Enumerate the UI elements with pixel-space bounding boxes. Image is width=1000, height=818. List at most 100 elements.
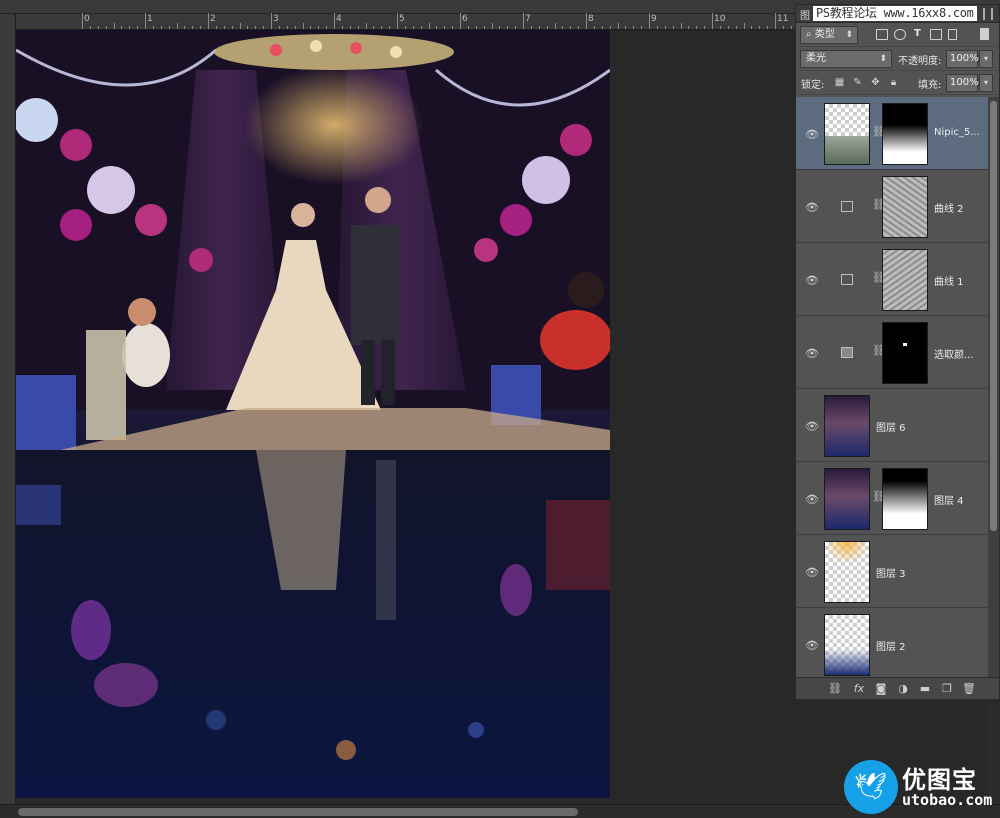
curves-adjustment-icon bbox=[841, 274, 853, 285]
fill-input[interactable]: 100% bbox=[946, 74, 979, 92]
layer-name[interactable]: 选取颜... bbox=[934, 346, 986, 361]
layer-mask-thumbnail[interactable] bbox=[882, 322, 928, 384]
add-mask-icon[interactable]: ◙ bbox=[874, 682, 888, 695]
ruler-minor-tick bbox=[633, 26, 635, 29]
ruler-minor-tick bbox=[341, 26, 343, 29]
logo-text-cn: 优图宝 bbox=[902, 766, 977, 794]
layer-mask-thumbnail[interactable] bbox=[882, 176, 928, 238]
blend-mode-label: 柔光 bbox=[806, 53, 826, 64]
eye-icon[interactable]: 👁︎ bbox=[805, 420, 819, 433]
layer-row[interactable]: 👁︎ ⛓︎ Nipic_5... bbox=[796, 97, 988, 170]
ruler-major-tick bbox=[145, 13, 146, 29]
filter-smart-object-icon[interactable] bbox=[948, 29, 957, 40]
layer-row[interactable]: 👁︎ ⛓︎ 曲线 1 bbox=[796, 243, 988, 316]
opacity-dropdown-icon[interactable]: ▾ bbox=[979, 50, 993, 68]
ruler-minor-tick bbox=[404, 26, 406, 29]
layer-name[interactable]: 图层 2 bbox=[876, 638, 976, 653]
eye-icon[interactable]: 👁︎ bbox=[805, 128, 819, 141]
link-layers-icon[interactable]: ⛓︎ bbox=[828, 682, 842, 695]
filter-toggle-icon[interactable] bbox=[980, 28, 989, 40]
ruler-label: 3 bbox=[273, 14, 279, 24]
eye-icon[interactable]: 👁︎ bbox=[805, 201, 819, 214]
lock-position-icon[interactable]: ✥ bbox=[870, 77, 881, 88]
filter-pixel-icon[interactable] bbox=[876, 29, 888, 40]
ruler-major-tick bbox=[334, 13, 335, 29]
ruler-minor-tick bbox=[302, 23, 304, 29]
layer-name[interactable]: 曲线 2 bbox=[934, 200, 986, 215]
fill-dropdown-icon[interactable]: ▾ bbox=[979, 74, 993, 92]
trash-icon[interactable]: 🗑︎ bbox=[962, 682, 976, 695]
utobao-logo: 🕊︎ 优图宝 utobao.com bbox=[842, 758, 1000, 816]
blend-mode-select[interactable]: 柔光 ⬍ bbox=[800, 50, 892, 68]
layer-mask-thumbnail[interactable] bbox=[882, 103, 928, 165]
layer-mask-thumbnail[interactable] bbox=[882, 468, 928, 530]
new-group-icon[interactable]: ▬ bbox=[918, 682, 932, 695]
lock-paint-icon[interactable]: ✎ bbox=[852, 77, 863, 88]
ruler-major-tick bbox=[523, 13, 524, 29]
document-image[interactable] bbox=[16, 30, 610, 798]
layers-list: 👁︎ ⛓︎ Nipic_5... 👁︎ ⛓︎ 曲线 2 👁︎ ⛓︎ 曲线 1 👁… bbox=[796, 97, 988, 677]
ruler-minor-tick bbox=[436, 26, 438, 29]
ruler-major-tick bbox=[460, 13, 461, 29]
ruler-minor-tick bbox=[89, 26, 91, 29]
ruler-minor-tick bbox=[365, 23, 367, 29]
mask-speck bbox=[903, 343, 907, 346]
layer-name[interactable]: Nipic_5... bbox=[934, 127, 986, 138]
ruler-major-tick bbox=[586, 13, 587, 29]
new-layer-icon[interactable]: ❐ bbox=[940, 682, 954, 695]
layer-row[interactable]: 👁︎ 图层 3 bbox=[796, 535, 988, 608]
layers-scrollbar[interactable] bbox=[988, 97, 999, 677]
layers-scroll-thumb[interactable] bbox=[990, 101, 997, 531]
lock-all-icon[interactable]: 🔒︎ bbox=[888, 77, 899, 88]
horizontal-ruler[interactable]: 0 1 2 3 4 5 6 7 8 9 10 11 bbox=[16, 13, 796, 30]
ruler-minor-tick bbox=[751, 26, 753, 29]
filter-type-icon[interactable]: T bbox=[914, 28, 921, 39]
fx-icon[interactable]: fx bbox=[852, 682, 866, 695]
ruler-minor-tick bbox=[782, 26, 784, 29]
opacity-input[interactable]: 100% bbox=[946, 50, 979, 68]
layer-row[interactable]: 👁︎ ⛓︎ 图层 4 bbox=[796, 462, 988, 535]
lock-transparent-icon[interactable]: ▦ bbox=[834, 77, 845, 88]
canvas-area[interactable] bbox=[16, 30, 796, 804]
eye-icon[interactable]: 👁︎ bbox=[805, 347, 819, 360]
lock-fill-row: 锁定: ▦ ✎ ✥ 🔒︎ 填充: 100% ▾ bbox=[796, 71, 999, 95]
ruler-minor-tick bbox=[546, 26, 548, 29]
curves-adjustment-icon bbox=[841, 201, 853, 212]
ruler-minor-tick bbox=[656, 26, 658, 29]
ruler-minor-tick bbox=[97, 26, 99, 29]
adjustment-layer-icon[interactable]: ◑ bbox=[896, 682, 910, 695]
layers-panel-footer: ⛓︎ fx ◙ ◑ ▬ ❐ 🗑︎ bbox=[796, 677, 999, 699]
eye-icon[interactable]: 👁︎ bbox=[805, 639, 819, 652]
layer-row[interactable]: 👁︎ 图层 6 bbox=[796, 389, 988, 462]
layer-name[interactable]: 曲线 1 bbox=[934, 273, 986, 288]
layer-name[interactable]: 图层 4 bbox=[934, 492, 986, 507]
ruler-label: 4 bbox=[336, 14, 342, 24]
layer-row[interactable]: 👁︎ ⛓︎ 曲线 2 bbox=[796, 170, 988, 243]
ruler-minor-tick bbox=[255, 26, 257, 29]
ruler-minor-tick bbox=[121, 26, 123, 29]
ruler-minor-tick bbox=[680, 23, 682, 29]
horizontal-scroll-thumb[interactable] bbox=[18, 808, 578, 816]
blend-row: 柔光 ⬍ 不透明度: 100% ▾ bbox=[796, 47, 999, 71]
filter-shape-icon[interactable] bbox=[930, 29, 942, 40]
eye-icon[interactable]: 👁︎ bbox=[805, 493, 819, 506]
ruler-minor-tick bbox=[790, 26, 792, 29]
vertical-ruler[interactable] bbox=[0, 14, 16, 804]
ruler-minor-tick bbox=[105, 26, 107, 29]
eye-icon[interactable]: 👁︎ bbox=[805, 274, 819, 287]
eye-icon[interactable]: 👁︎ bbox=[805, 566, 819, 579]
panel-menu-icon[interactable] bbox=[983, 8, 993, 20]
filter-adjustment-icon[interactable] bbox=[894, 29, 906, 40]
layer-row[interactable]: 👁︎ 图层 2 bbox=[796, 608, 988, 677]
bird-icon: 🕊︎ bbox=[854, 772, 888, 802]
filter-kind-select[interactable]: ⌕ 类型 ⬍ bbox=[800, 26, 858, 44]
ruler-minor-tick bbox=[672, 26, 674, 29]
thumbnail-content bbox=[825, 542, 869, 564]
ruler-label: 8 bbox=[588, 14, 594, 24]
layer-row[interactable]: 👁︎ ⛓︎ 选取颜... bbox=[796, 316, 988, 389]
tab-layers[interactable]: 图 bbox=[800, 7, 810, 22]
layer-name[interactable]: 图层 3 bbox=[876, 565, 976, 580]
layer-name[interactable]: 图层 6 bbox=[876, 419, 976, 434]
layer-mask-thumbnail[interactable] bbox=[882, 249, 928, 311]
wedding-photo-illustration bbox=[16, 30, 610, 798]
